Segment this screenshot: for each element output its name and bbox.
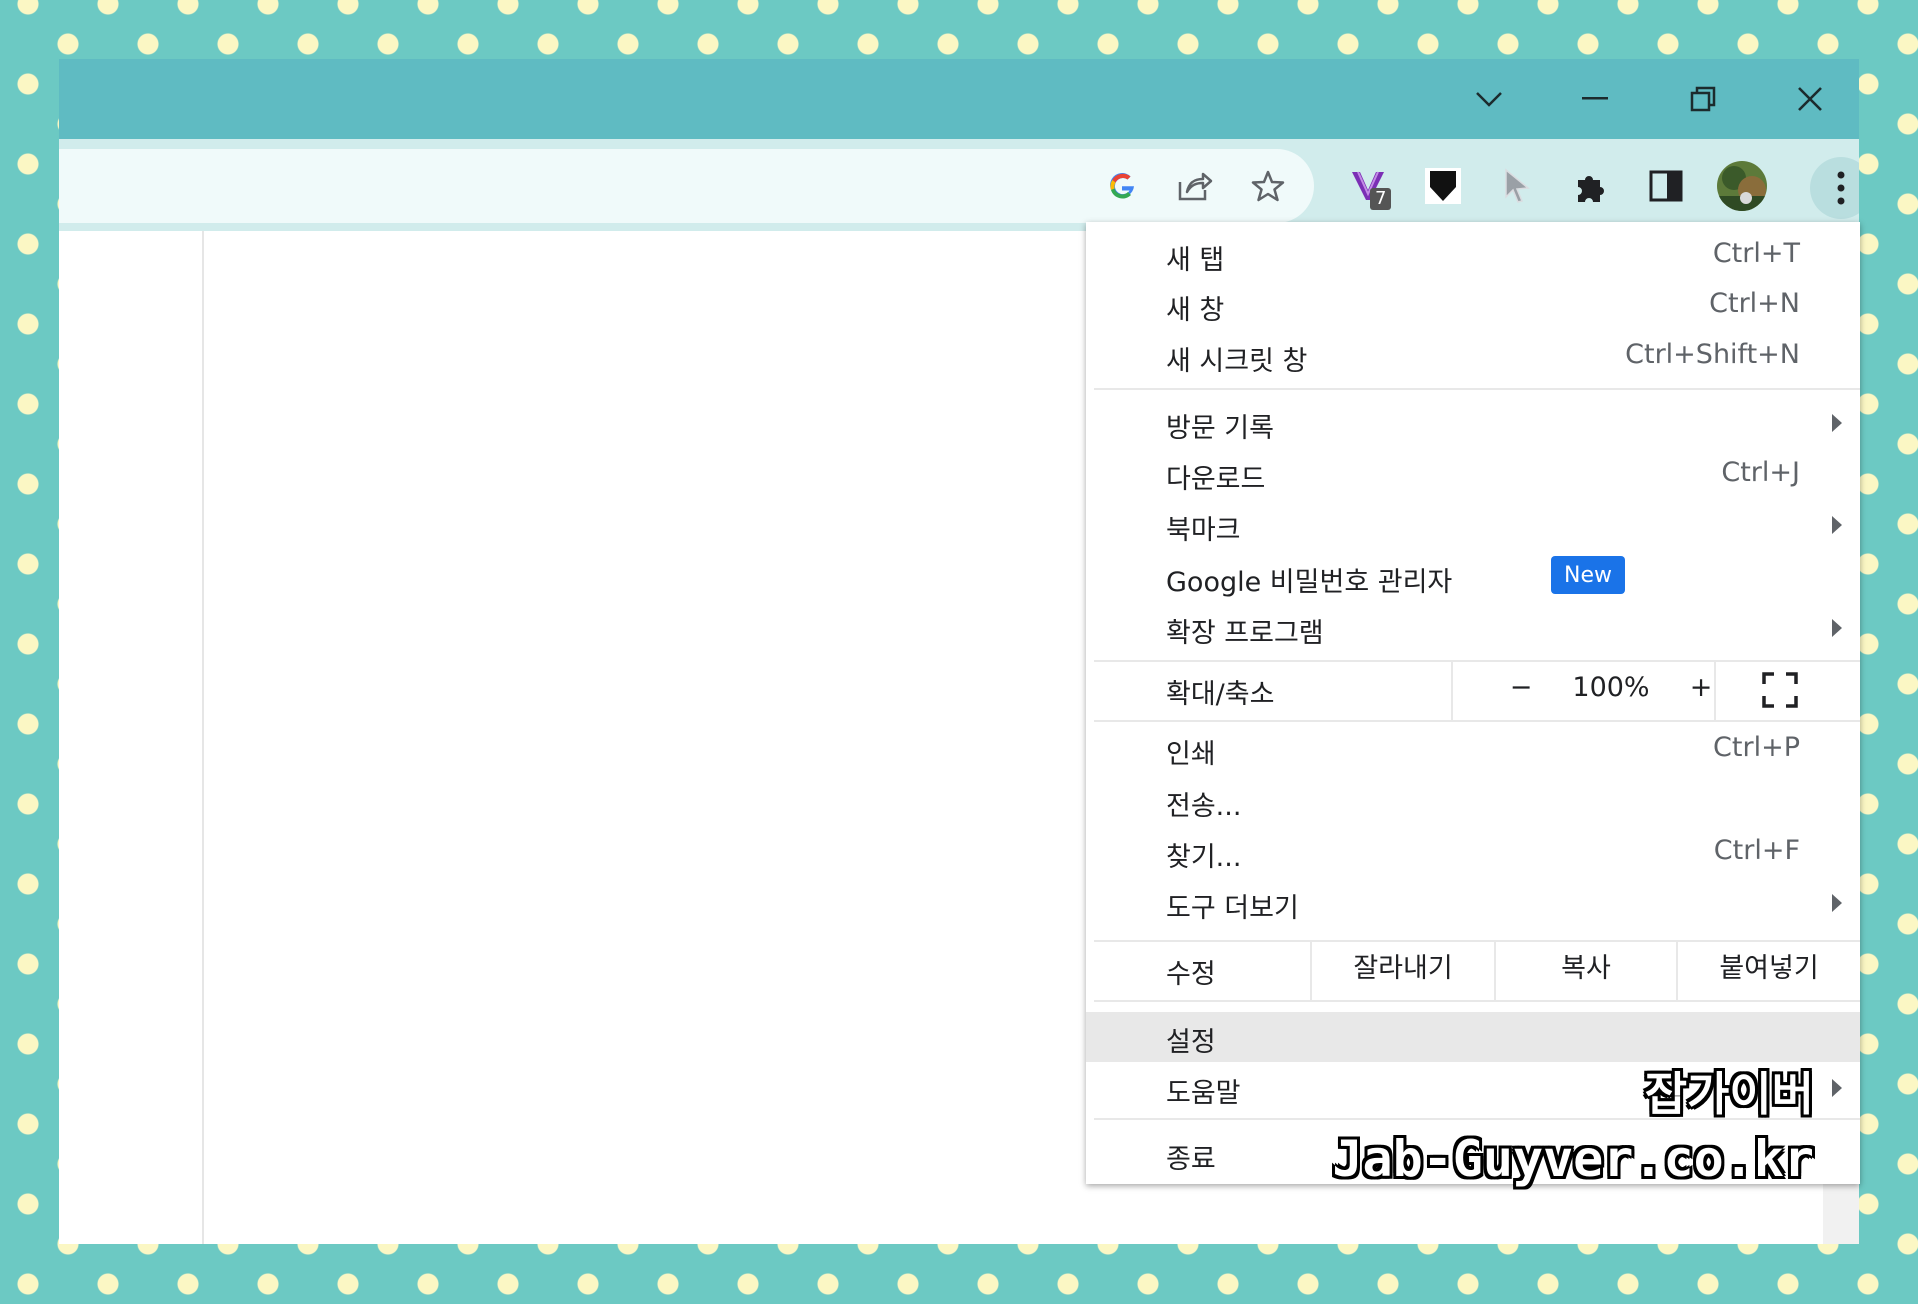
menu-separator [1094, 388, 1860, 390]
menu-item-password-manager[interactable]: Google 비밀번호 관리자 New [1086, 552, 1860, 602]
close-button[interactable] [1780, 77, 1840, 121]
menu-label: 인쇄 [1166, 739, 1216, 770]
google-lens-button[interactable] [1096, 160, 1148, 212]
menu-label: 다운로드 [1166, 464, 1266, 495]
extension-v-button[interactable]: 7 [1342, 160, 1394, 212]
more-vert-icon [1837, 171, 1845, 205]
menu-item-settings[interactable]: 설정 [1086, 1012, 1860, 1062]
menu-shortcut: Ctrl+N [1709, 288, 1800, 319]
share-button[interactable] [1169, 160, 1221, 212]
chevron-down-icon [1476, 92, 1502, 107]
extension-badge: 7 [1370, 188, 1392, 210]
menu-shortcut: Ctrl+P [1713, 732, 1800, 763]
title-bar [59, 59, 1859, 139]
avatar [1717, 161, 1767, 211]
copy-button[interactable]: 복사 [1496, 946, 1676, 985]
fullscreen-button[interactable] [1762, 672, 1802, 712]
menu-item-new-window[interactable]: 새 창 Ctrl+N [1086, 280, 1860, 330]
submenu-arrow-icon [1832, 516, 1842, 534]
shield-icon [1425, 168, 1461, 204]
zoom-in-button[interactable]: + [1666, 666, 1736, 716]
zoom-value: 100% [1572, 672, 1650, 703]
menu-item-history[interactable]: 방문 기록 [1086, 398, 1860, 448]
menu-item-find[interactable]: 찾기... Ctrl+F [1086, 827, 1860, 877]
menu-item-more-tools[interactable]: 도구 더보기 [1086, 878, 1860, 928]
fullscreen-icon [1762, 672, 1798, 708]
cut-button[interactable]: 잘라내기 [1312, 946, 1494, 985]
chrome-main-menu: 새 탭 Ctrl+T 새 창 Ctrl+N 새 시크릿 창 Ctrl+Shift… [1086, 222, 1860, 1184]
watermark-url: Jab-Guyver.co.kr [1332, 1130, 1814, 1188]
menu-shortcut: Ctrl+J [1721, 457, 1800, 488]
menu-separator [1094, 1000, 1860, 1002]
menu-label: 전송... [1166, 791, 1242, 822]
google-icon [1110, 173, 1134, 199]
zoom-divider [1451, 662, 1453, 720]
menu-item-bookmarks[interactable]: 북마크 [1086, 500, 1860, 550]
puzzle-icon [1578, 176, 1604, 202]
menu-label: 설정 [1166, 1027, 1216, 1058]
menu-label: 방문 기록 [1166, 413, 1274, 444]
submenu-arrow-icon [1832, 894, 1842, 912]
zoom-out-button[interactable]: − [1486, 666, 1556, 716]
new-badge: New [1551, 556, 1625, 594]
watermark-korean: 잡가이버 [1644, 1067, 1814, 1121]
star-icon [1251, 170, 1285, 202]
cursor-extension-button[interactable] [1491, 160, 1543, 212]
menu-shortcut: Ctrl+F [1713, 835, 1800, 866]
shield-extension-button[interactable] [1417, 160, 1469, 212]
submenu-arrow-icon [1832, 414, 1842, 432]
menu-shortcut: Ctrl+T [1712, 238, 1800, 269]
share-icon [1178, 172, 1213, 201]
submenu-arrow-icon [1832, 619, 1842, 637]
zoom-row: 확대/축소 − 100% + [1086, 662, 1860, 720]
paste-button[interactable]: 붙여넣기 [1678, 946, 1860, 985]
menu-item-print[interactable]: 인쇄 Ctrl+P [1086, 724, 1860, 774]
tab-search-button[interactable] [1459, 77, 1519, 121]
restore-icon [1690, 86, 1716, 112]
menu-shortcut: Ctrl+Shift+N [1625, 339, 1800, 370]
menu-label: 새 창 [1166, 295, 1225, 326]
zoom-label: 확대/축소 [1166, 679, 1275, 710]
side-panel-icon [1649, 170, 1683, 202]
more-menu-button[interactable] [1810, 157, 1859, 219]
menu-label: Google 비밀번호 관리자 [1166, 567, 1453, 598]
edit-label: 수정 [1166, 959, 1216, 990]
close-icon [1798, 87, 1822, 111]
minimize-icon [1582, 97, 1608, 100]
extensions-button[interactable] [1566, 160, 1618, 212]
menu-label: 도움말 [1166, 1078, 1241, 1109]
menu-separator [1094, 720, 1860, 722]
minimize-button[interactable] [1565, 77, 1625, 121]
cursor-icon [1505, 168, 1530, 203]
page-sidebar-divider [202, 231, 204, 1244]
menu-label: 북마크 [1166, 515, 1241, 546]
menu-item-cast[interactable]: 전송... [1086, 776, 1860, 826]
profile-button[interactable] [1713, 157, 1771, 215]
menu-item-extensions[interactable]: 확장 프로그램 [1086, 603, 1860, 653]
menu-item-downloads[interactable]: 다운로드 Ctrl+J [1086, 449, 1860, 499]
watermark: 잡가이버 Jab-Guyver.co.kr [1332, 1067, 1814, 1188]
menu-label: 찾기... [1166, 842, 1242, 873]
submenu-arrow-icon [1832, 1079, 1842, 1097]
menu-label: 도구 더보기 [1166, 893, 1299, 924]
menu-label: 새 시크릿 창 [1166, 346, 1308, 377]
toolbar: 7 [59, 139, 1859, 231]
menu-item-incognito[interactable]: 새 시크릿 창 Ctrl+Shift+N [1086, 331, 1860, 381]
menu-label: 종료 [1166, 1144, 1216, 1175]
bookmark-star-button[interactable] [1242, 160, 1294, 212]
menu-label: 새 탭 [1166, 245, 1225, 276]
edit-row: 수정 잘라내기 복사 붙여넣기 [1086, 942, 1860, 1000]
zoom-divider [1714, 662, 1716, 720]
side-panel-button[interactable] [1640, 160, 1692, 212]
restore-button[interactable] [1673, 77, 1733, 121]
menu-label: 확장 프로그램 [1166, 618, 1324, 649]
menu-item-new-tab[interactable]: 새 탭 Ctrl+T [1086, 230, 1860, 280]
